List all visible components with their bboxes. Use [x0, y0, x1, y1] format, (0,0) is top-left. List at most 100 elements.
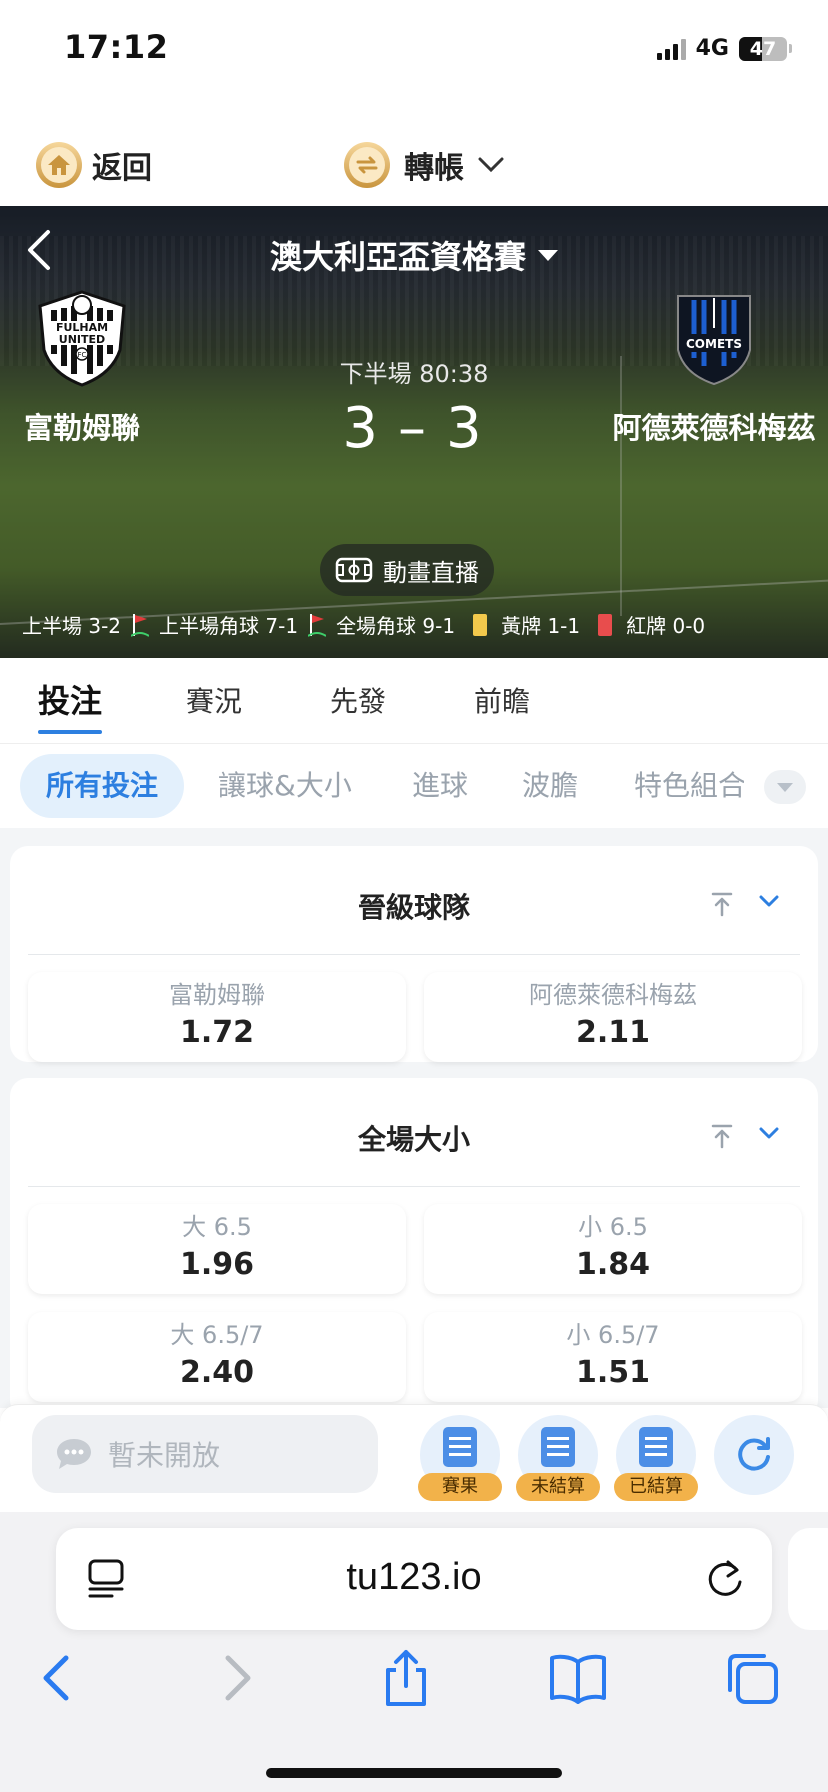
tab-label: 前瞻	[474, 685, 531, 718]
battery-percent: 47	[749, 37, 777, 60]
next-tab-peek[interactable]	[788, 1528, 828, 1630]
home-icon	[36, 142, 82, 188]
odds-value: 1.51	[575, 1355, 651, 1390]
calendar-icon	[639, 1427, 673, 1467]
corner-flag-icon	[308, 613, 327, 637]
odds-button[interactable]: 大 6.5 1.96	[28, 1204, 406, 1294]
market-title: 全場大小	[357, 1123, 470, 1156]
pitch-icon	[335, 557, 373, 583]
odds-value: 2.40	[179, 1355, 255, 1390]
app-top-bar: 返回 轉帳	[0, 120, 828, 206]
tab-bets[interactable]: 投注	[38, 676, 103, 734]
match-stats: 上半場 3-2 上半場角球 7-1 全場角球 9-1 黃牌 1-1 紅牌 0-0	[22, 610, 818, 639]
tab-lineup[interactable]: 先發	[330, 680, 386, 720]
back-label: 返回	[92, 151, 152, 186]
results-label: 賽果	[418, 1473, 502, 1501]
live-label: 動畫直播	[383, 558, 479, 587]
odds-label: 阿德萊德科梅茲	[529, 981, 697, 1009]
expand-filters-button[interactable]	[764, 770, 806, 804]
market-filter-tabs: 所有投注 讓球&大小 進球 波膽 特色組合	[0, 744, 828, 828]
away-logo-text: COMETS	[686, 337, 742, 351]
market-card-qualify: 晉級球隊 富勒姆聯 1.72 阿德萊德科梅茲 2.11	[10, 846, 818, 1062]
home-score: 3	[342, 396, 382, 461]
chevron-down-icon	[478, 157, 504, 173]
filter-correct-score[interactable]: 波膽	[522, 754, 578, 818]
tabs-icon[interactable]	[722, 1648, 782, 1708]
odds-label: 大 6.5/7	[170, 1321, 264, 1349]
main-tabs: 投注 賽況 先發 前瞻	[0, 658, 828, 744]
filter-specials[interactable]: 特色組合	[634, 754, 744, 818]
yellow-card-icon	[473, 613, 488, 636]
league-selector[interactable]: 澳大利亞盃資格賽	[0, 232, 828, 278]
tab-label: 投注	[38, 682, 103, 720]
status-bar: 17:12 4G 47	[0, 0, 828, 100]
bottom-action-bar: 暫未開放 賽果 未結算 已結算	[0, 1404, 828, 1512]
tab-preview[interactable]: 前瞻	[474, 680, 530, 720]
corner-flag-icon	[131, 613, 150, 637]
live-animation-button[interactable]: 動畫直播	[320, 544, 494, 596]
transfer-icon	[344, 142, 390, 188]
tab-label: 先發	[330, 685, 387, 718]
full-time-corners: 全場角球 9-1	[336, 614, 456, 638]
url-text: tu123.io	[346, 1556, 482, 1598]
odds-label: 富勒姆聯	[169, 981, 265, 1009]
odds-button[interactable]: 小 6.5/7 1.51	[424, 1312, 802, 1402]
browser-back-icon[interactable]	[28, 1648, 88, 1708]
odds-button[interactable]: 阿德萊德科梅茲 2.11	[424, 972, 802, 1062]
filter-goals[interactable]: 進球	[412, 754, 468, 818]
unsettled-button[interactable]: 未結算	[516, 1415, 600, 1501]
browser-forward-icon[interactable]	[206, 1648, 266, 1708]
chat-placeholder: 暫未開放	[108, 1439, 221, 1472]
collapse-chevron-icon[interactable]	[756, 1120, 782, 1146]
yellow-cards: 黃牌 1-1	[501, 614, 581, 638]
results-button[interactable]: 賽果	[418, 1415, 502, 1501]
tab-match-status[interactable]: 賽況	[186, 680, 242, 720]
settled-button[interactable]: 已結算	[614, 1415, 698, 1501]
first-half-corners: 上半場角球 7-1	[159, 614, 299, 638]
odds-value: 1.72	[179, 1015, 255, 1050]
market-title: 晉級球隊	[357, 891, 470, 924]
match-scoreboard: 澳大利亞盃資格賽 FULHAM UNITED FC 富勒姆聯 COMETS 阿德…	[0, 206, 828, 658]
odds-value: 1.96	[179, 1247, 255, 1282]
odds-label: 大 6.5	[182, 1213, 252, 1241]
tab-label: 賽況	[186, 685, 243, 718]
market-card-total-goals: 全場大小 大 6.5 1.96 小 6.5 1.84 大 6.5/7 2.40 …	[10, 1078, 818, 1418]
refresh-icon	[738, 1437, 770, 1471]
bookmarks-icon[interactable]	[548, 1648, 608, 1708]
document-icon	[443, 1427, 477, 1467]
caret-down-icon	[538, 249, 558, 261]
network-type: 4G	[695, 36, 729, 61]
back-home-button[interactable]: 返回	[36, 142, 152, 188]
transfer-dropdown[interactable]: 轉帳	[344, 142, 504, 188]
filter-handicap-over-under[interactable]: 讓球&大小	[218, 754, 352, 818]
address-bar[interactable]: tu123.io	[56, 1528, 772, 1630]
collapse-chevron-icon[interactable]	[756, 888, 782, 914]
odds-label: 小 6.5	[578, 1213, 648, 1241]
settled-label: 已結算	[614, 1473, 698, 1501]
red-card-icon	[598, 613, 613, 636]
pin-top-icon[interactable]	[708, 890, 736, 918]
odds-button[interactable]: 小 6.5 1.84	[424, 1204, 802, 1294]
battery-icon: 47	[739, 36, 787, 61]
first-half-score: 上半場 3-2	[22, 614, 122, 638]
transfer-label: 轉帳	[404, 151, 464, 186]
divider	[28, 1186, 800, 1187]
odds-button[interactable]: 富勒姆聯 1.72	[28, 972, 406, 1062]
odds-label: 小 6.5/7	[566, 1321, 660, 1349]
league-name: 澳大利亞盃資格賽	[269, 238, 526, 276]
chat-bubble-icon	[57, 1439, 91, 1469]
pin-top-icon[interactable]	[708, 1122, 736, 1150]
odds-button[interactable]: 大 6.5/7 2.40	[28, 1312, 406, 1402]
odds-value: 1.84	[575, 1247, 651, 1282]
refresh-button[interactable]	[714, 1415, 794, 1495]
chat-input[interactable]: 暫未開放	[32, 1415, 378, 1493]
share-icon[interactable]	[376, 1648, 436, 1708]
browser-chrome: tu123.io	[0, 1512, 828, 1792]
markets-list: 晉級球隊 富勒姆聯 1.72 阿德萊德科梅茲 2.11 全場大小 大 6.5 1…	[0, 828, 828, 1418]
odds-value: 2.11	[575, 1015, 651, 1050]
home-indicator	[266, 1768, 562, 1778]
status-indicators: 4G 47	[656, 36, 792, 61]
reload-icon[interactable]	[704, 1556, 746, 1600]
divider	[28, 954, 800, 955]
filter-all-bets[interactable]: 所有投注	[20, 754, 185, 818]
